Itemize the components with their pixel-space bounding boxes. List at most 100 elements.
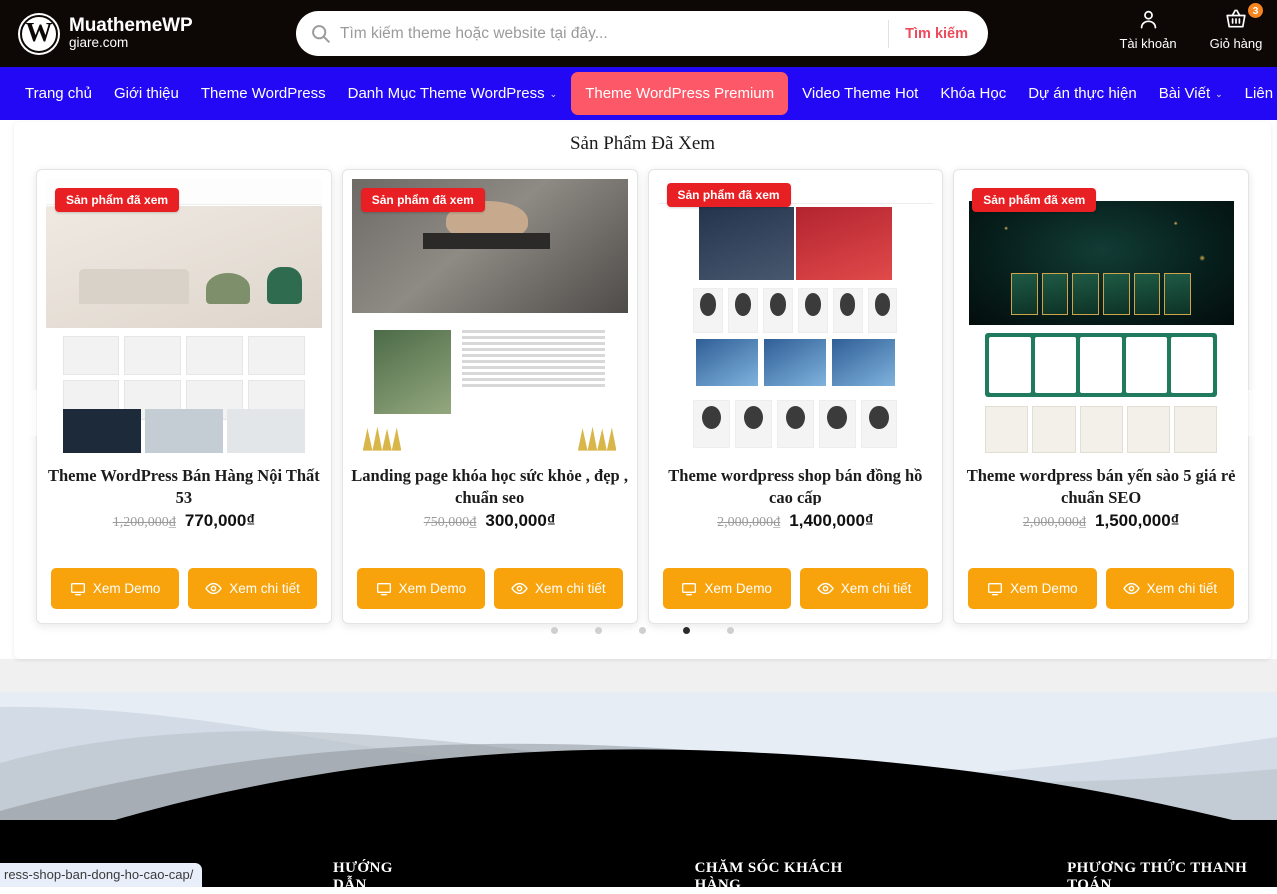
product-prices: 750,000₫ 300,000₫ [343,511,637,531]
site-header: W MuathemeWP giare.com Tìm kiếm Tài khoả… [0,0,1277,67]
eye-icon [205,580,222,597]
nav-label: Dự án thực hiện [1028,85,1136,102]
old-price: 2,000,000₫ [717,515,780,531]
monitor-icon [70,581,86,597]
nav-item-theme-wordpress-premium[interactable]: Theme WordPress Premium [571,72,788,115]
monitor-icon [681,581,697,597]
account-label: Tài khoản [1119,36,1176,51]
carousel-pagination [14,627,1271,634]
nav-item-danh-muc-theme-wordpress[interactable]: Danh Mục Theme WordPress ⌄ [337,67,569,120]
thumbnail-mock-landing [352,179,628,459]
monitor-icon [987,581,1003,597]
thumbnail-mock-birdnest [963,179,1239,459]
header-actions: Tài khoản 3 Giỏ hàng [1117,6,1267,51]
nav-item-du-an-thuc-hien[interactable]: Dự án thực hiện [1017,67,1147,120]
footer-heading-huong-dan: HƯỚNG DẪN [333,860,423,894]
wordpress-logo-icon: W [18,13,60,55]
product-card[interactable]: Sản phẩm đã xem Theme WordPress Bán Hàng… [36,169,332,624]
view-demo-button[interactable]: Xem Demo [51,568,179,609]
eye-icon [511,580,528,597]
browser-status-bar-url: ress-shop-ban-dong-ho-cao-cap/ [0,863,202,887]
carousel-prev-button[interactable]: ‹ [14,390,40,436]
new-price: 770,000₫ [185,511,255,531]
view-demo-button[interactable]: Xem Demo [357,568,485,609]
thumbnail-mock-interior [46,179,322,459]
view-detail-button[interactable]: Xem chi tiết [494,568,622,609]
viewed-ribbon: Sản phẩm đã xem [667,183,791,207]
cart-count-badge: 3 [1247,2,1264,19]
viewed-ribbon: Sản phẩm đã xem [55,188,179,212]
product-card[interactable]: Sản phẩm đã xem Landing page khóa học sứ… [342,169,638,624]
view-detail-button[interactable]: Xem chi tiết [188,568,316,609]
carousel-dot-4[interactable] [683,627,690,634]
nav-item-theme-wordpress[interactable]: Theme WordPress [190,67,337,120]
carousel-dot-2[interactable] [595,627,602,634]
product-title[interactable]: Landing page khóa học sức khỏe , đẹp , c… [343,459,637,505]
view-detail-label: Xem chi tiết [1147,581,1218,596]
product-actions: Xem Demo Xem chi tiết [954,568,1248,609]
product-title[interactable]: Theme wordpress shop bán đồng hồ cao cấp [649,459,943,505]
brand-name: MuathemeWP [69,16,193,36]
product-thumbnail[interactable]: Sản phẩm đã xem [352,179,628,459]
product-prices: 1,200,000₫ 770,000₫ [37,511,331,531]
cart-label: Giỏ hàng [1210,36,1263,51]
footer-heading-phuong-thuc-thanh-toan: PHƯƠNG THỨC THANH TOÁN [1067,860,1277,894]
old-price: 2,000,000₫ [1023,515,1086,531]
product-card[interactable]: Sản phẩm đã xem Theme wordpress shop bán… [648,169,944,624]
view-demo-button[interactable]: Xem Demo [663,568,791,609]
view-demo-button[interactable]: Xem Demo [968,568,1096,609]
carousel-dot-1[interactable] [551,627,558,634]
view-detail-label: Xem chi tiết [535,581,606,596]
product-prices: 2,000,000₫ 1,500,000₫ [954,511,1248,531]
nav-label: Khóa Học [940,85,1006,102]
nav-item-trang-chu[interactable]: Trang chủ [14,67,103,120]
new-price: 1,500,000₫ [1095,511,1179,531]
search-submit-button[interactable]: Tìm kiếm [889,26,988,42]
search-input[interactable] [340,25,888,43]
viewed-products-section: Sản Phẩm Đã Xem ‹ › Sản phẩm đã xem Them… [14,122,1271,659]
nav-label: Bài Viết [1159,85,1210,102]
viewed-ribbon: Sản phẩm đã xem [361,188,485,212]
account-button[interactable]: Tài khoản [1117,6,1179,51]
nav-item-khoa-hoc[interactable]: Khóa Học [929,67,1017,120]
product-actions: Xem Demo Xem chi tiết [649,568,943,609]
product-thumbnail[interactable]: Sản phẩm đã xem [963,179,1239,459]
nav-item-lien-he[interactable]: Liên hệ [1234,67,1277,120]
view-detail-label: Xem chi tiết [229,581,300,596]
nav-label: Video Theme Hot [802,85,918,102]
footer-heading-cham-soc-khach-hang: CHĂM SÓC KHÁCH HÀNG [695,860,878,894]
main-navigation: Trang chủ Giới thiệu Theme WordPress Dan… [0,67,1277,120]
product-thumbnail[interactable]: Sản phẩm đã xem [658,179,934,459]
chevron-down-icon: ⌄ [1215,89,1223,100]
old-price: 750,000₫ [424,515,477,531]
cart-button[interactable]: 3 Giỏ hàng [1205,6,1267,51]
search-icon [310,23,331,44]
product-title[interactable]: Theme wordpress bán yến sào 5 giá rẻ chu… [954,459,1248,505]
product-carousel: Sản phẩm đã xem Theme WordPress Bán Hàng… [22,169,1263,624]
carousel-dot-3[interactable] [639,627,646,634]
view-detail-label: Xem chi tiết [841,581,912,596]
viewed-ribbon: Sản phẩm đã xem [972,188,1096,212]
product-thumbnail[interactable]: Sản phẩm đã xem [46,179,322,459]
product-card[interactable]: Sản phẩm đã xem Theme wordpress bán yến … [953,169,1249,624]
nav-label: Theme WordPress Premium [585,85,774,102]
product-actions: Xem Demo Xem chi tiết [343,568,637,609]
carousel-next-button[interactable]: › [1245,390,1271,436]
site-logo[interactable]: W MuathemeWP giare.com [18,13,193,55]
view-detail-button[interactable]: Xem chi tiết [800,568,928,609]
view-demo-label: Xem Demo [399,581,467,596]
chevron-down-icon: ⌄ [550,89,558,100]
carousel-dot-5[interactable] [727,627,734,634]
nav-item-bai-viet[interactable]: Bài Viết ⌄ [1148,67,1234,120]
nav-item-video-theme-hot[interactable]: Video Theme Hot [791,67,929,120]
product-title[interactable]: Theme WordPress Bán Hàng Nội Thất 53 [37,459,331,505]
nav-label: Theme WordPress [201,85,326,102]
eye-icon [1123,580,1140,597]
new-price: 1,400,000₫ [789,511,873,531]
old-price: 1,200,000₫ [113,515,176,531]
view-demo-label: Xem Demo [93,581,161,596]
view-detail-button[interactable]: Xem chi tiết [1106,568,1234,609]
view-demo-label: Xem Demo [704,581,772,596]
eye-icon [817,580,834,597]
nav-item-gioi-thieu[interactable]: Giới thiệu [103,67,190,120]
